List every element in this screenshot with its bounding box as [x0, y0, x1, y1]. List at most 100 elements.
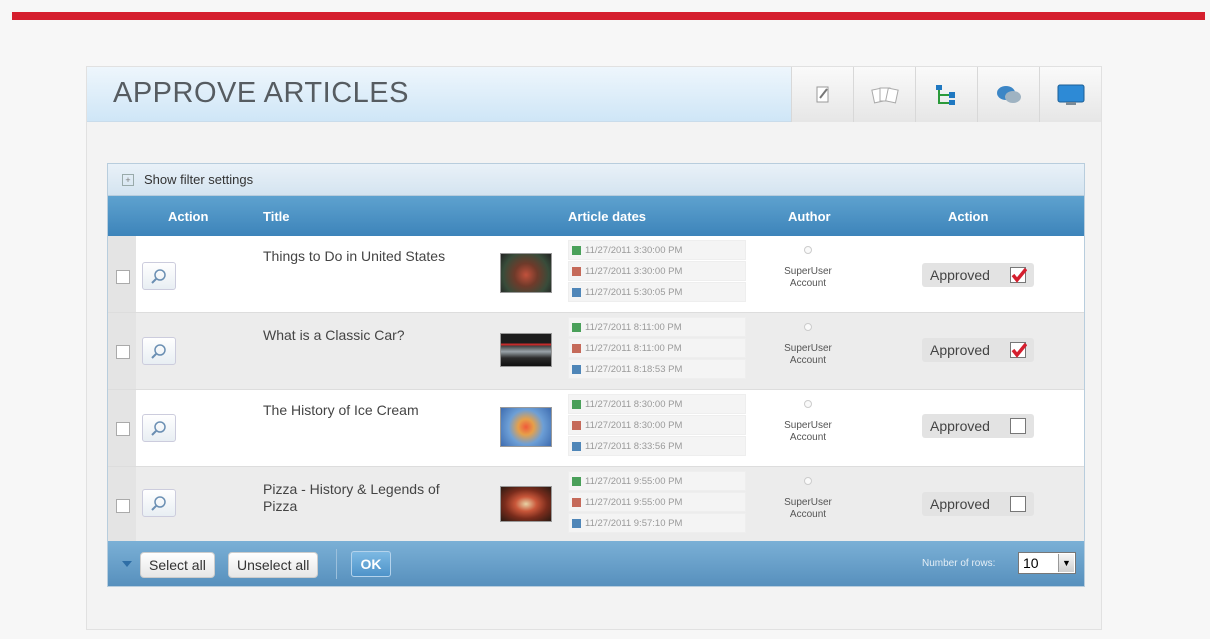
- article-thumbnail-ice-cream[interactable]: [500, 407, 552, 447]
- author-name: SuperUser Account: [784, 420, 832, 443]
- article-thumbnail-car[interactable]: [500, 333, 552, 367]
- modified-date: 11/27/2011 9:57:10 PM: [585, 517, 683, 529]
- start-date: 11/27/2011 9:55:00 PM: [585, 475, 683, 487]
- write-icon[interactable]: [791, 67, 853, 122]
- filter-label: Show filter settings: [144, 172, 254, 187]
- end-date-icon: [572, 497, 581, 507]
- monitor-icon[interactable]: [1039, 67, 1101, 122]
- table-header: Action Title Article dates Author Action: [108, 196, 1084, 236]
- start-date: 11/27/2011 8:30:00 PM: [585, 398, 683, 410]
- article-title[interactable]: What is a Classic Car?: [263, 327, 473, 344]
- article-title[interactable]: The History of Ice Cream: [263, 402, 473, 419]
- page-title: APPROVE ARTICLES: [113, 77, 409, 109]
- start-date-icon: [572, 245, 581, 255]
- filter-toggle[interactable]: + Show filter settings: [108, 164, 1084, 196]
- chevron-down-icon[interactable]: ▼: [1058, 554, 1074, 572]
- author-avatar: [804, 246, 812, 254]
- status-label: Approved: [930, 267, 990, 283]
- end-date: 11/27/2011 8:30:00 PM: [585, 419, 683, 431]
- modified-date: 11/27/2011 8:33:56 PM: [585, 440, 683, 452]
- table-row: The History of Ice Cream 11/27/2011 8:30…: [108, 390, 1084, 467]
- author-avatar: [804, 323, 812, 331]
- approve-articles-panel: APPROVE ARTICLES + Show filter settings: [86, 66, 1102, 630]
- author-cell: SuperUser Account: [768, 477, 848, 521]
- author-name: SuperUser Account: [784, 266, 832, 289]
- modified-date-icon: [572, 364, 581, 374]
- preview-button[interactable]: [142, 414, 176, 442]
- expand-icon: +: [122, 173, 134, 186]
- status-label: Approved: [930, 496, 990, 512]
- end-date: 11/27/2011 9:55:00 PM: [585, 496, 683, 508]
- start-date-icon: [572, 476, 581, 486]
- header-toolbar: [791, 67, 1101, 122]
- rows-per-page-value: 10: [1023, 555, 1039, 571]
- approved-checkbox[interactable]: [1010, 418, 1026, 434]
- hierarchy-icon[interactable]: [915, 67, 977, 122]
- select-arrow-icon: [122, 561, 132, 567]
- rows-per-page-label: Number of rows:: [922, 558, 996, 569]
- top-accent-bar: [12, 12, 1205, 20]
- author-avatar: [804, 400, 812, 408]
- preview-button[interactable]: [142, 489, 176, 517]
- cards-icon[interactable]: [853, 67, 915, 122]
- start-date: 11/27/2011 8:11:00 PM: [585, 321, 682, 333]
- table-row: Things to Do in United States 11/27/2011…: [108, 236, 1084, 313]
- rows-per-page-select[interactable]: 10 ▼: [1018, 552, 1076, 574]
- column-header-title[interactable]: Title: [263, 209, 290, 224]
- start-date: 11/27/2011 3:30:00 PM: [585, 244, 683, 256]
- column-header-author[interactable]: Author: [788, 209, 831, 224]
- modified-date-icon: [572, 287, 581, 297]
- select-all-button[interactable]: Select all: [140, 552, 215, 578]
- author-avatar: [804, 477, 812, 485]
- article-thumbnail-pizza[interactable]: [500, 486, 552, 522]
- article-title[interactable]: Things to Do in United States: [263, 248, 473, 265]
- comments-icon[interactable]: [977, 67, 1039, 122]
- ok-button[interactable]: OK: [351, 551, 391, 577]
- checkmark-icon: [1011, 267, 1028, 283]
- author-name: SuperUser Account: [784, 497, 832, 520]
- approval-status: Approved: [922, 338, 1034, 362]
- approved-checkbox[interactable]: [1010, 342, 1028, 358]
- article-dates: 11/27/2011 3:30:00 PM 11/27/2011 3:30:00…: [568, 240, 746, 303]
- article-dates: 11/27/2011 8:11:00 PM 11/27/2011 8:11:00…: [568, 317, 746, 380]
- start-date-icon: [572, 322, 581, 332]
- author-name: SuperUser Account: [784, 343, 832, 366]
- preview-button[interactable]: [142, 262, 176, 290]
- modified-date: 11/27/2011 8:18:53 PM: [585, 363, 683, 375]
- approval-status: Approved: [922, 414, 1034, 438]
- column-header-action[interactable]: Action: [168, 209, 208, 224]
- grid-footer: Select all Unselect all OK Number of row…: [108, 541, 1084, 586]
- row-select-checkbox[interactable]: [116, 345, 130, 359]
- article-thumbnail-food-plate[interactable]: [500, 253, 552, 293]
- start-date-icon: [572, 399, 581, 409]
- row-select-checkbox[interactable]: [116, 422, 130, 436]
- checkmark-icon: [1011, 342, 1028, 358]
- approved-checkbox[interactable]: [1010, 267, 1028, 283]
- column-header-article-dates[interactable]: Article dates: [568, 209, 646, 224]
- unselect-all-button[interactable]: Unselect all: [228, 552, 319, 578]
- author-cell: SuperUser Account: [768, 400, 848, 444]
- magnifier-icon: [151, 421, 166, 436]
- row-select-checkbox[interactable]: [116, 270, 130, 284]
- table-row: What is a Classic Car? 11/27/2011 8:11:0…: [108, 313, 1084, 390]
- preview-button[interactable]: [142, 337, 176, 365]
- article-dates: 11/27/2011 9:55:00 PM 11/27/2011 9:55:00…: [568, 471, 746, 534]
- approved-checkbox[interactable]: [1010, 496, 1026, 512]
- magnifier-icon: [151, 496, 166, 511]
- end-date: 11/27/2011 8:11:00 PM: [585, 342, 682, 354]
- modified-date: 11/27/2011 5:30:05 PM: [585, 286, 683, 298]
- status-label: Approved: [930, 418, 990, 434]
- modified-date-icon: [572, 518, 581, 528]
- approval-status: Approved: [922, 263, 1034, 287]
- magnifier-icon: [151, 344, 166, 359]
- approval-status: Approved: [922, 492, 1034, 516]
- row-select-checkbox[interactable]: [116, 499, 130, 513]
- modified-date-icon: [572, 441, 581, 451]
- column-header-action-status[interactable]: Action: [948, 209, 988, 224]
- panel-header: APPROVE ARTICLES: [87, 67, 1101, 122]
- articles-grid: + Show filter settings Action Title Arti…: [107, 163, 1085, 587]
- status-label: Approved: [930, 342, 990, 358]
- table-row: Pizza - History & Legends of Pizza 11/27…: [108, 467, 1084, 544]
- end-date-icon: [572, 420, 581, 430]
- article-title[interactable]: Pizza - History & Legends of Pizza: [263, 481, 473, 515]
